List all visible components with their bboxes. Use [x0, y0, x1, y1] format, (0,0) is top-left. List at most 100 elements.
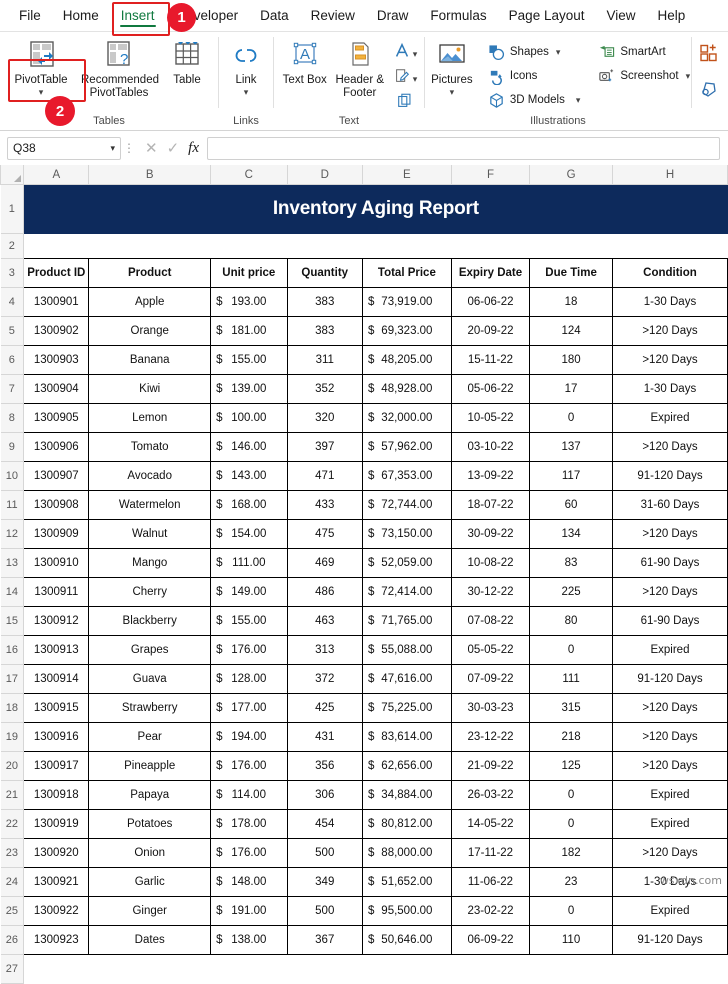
- row-header-3[interactable]: 3: [0, 258, 25, 288]
- row-header-21[interactable]: 21: [0, 780, 25, 810]
- cell-product_id[interactable]: 1300919: [23, 809, 90, 839]
- table-header-cell[interactable]: Due Time: [529, 258, 613, 288]
- row-header-27[interactable]: 27: [0, 954, 25, 984]
- cell-product_id[interactable]: 1300921: [23, 867, 90, 897]
- tab-home[interactable]: Home: [52, 0, 110, 31]
- cell-expiry_date[interactable]: 07-09-22: [450, 664, 531, 694]
- cell-condition[interactable]: 1-30 Days: [611, 374, 728, 404]
- cell-quantity[interactable]: 475: [286, 519, 363, 549]
- cell-quantity[interactable]: 500: [286, 838, 363, 868]
- header-footer-button[interactable]: Header & Footer: [329, 35, 391, 99]
- table-header-cell[interactable]: Unit price: [210, 258, 288, 288]
- cell-due_time[interactable]: 124: [529, 316, 613, 346]
- cell-total_price[interactable]: $71,765.00: [361, 606, 452, 636]
- cell-product[interactable]: Pineapple: [88, 751, 212, 781]
- cell-expiry_date[interactable]: 11-06-22: [450, 867, 531, 897]
- cell-product_id[interactable]: 1300905: [23, 403, 90, 433]
- cell-product_id[interactable]: 1300916: [23, 722, 90, 752]
- cell-total_price[interactable]: $62,656.00: [361, 751, 452, 781]
- cell-product_id[interactable]: 1300917: [23, 751, 90, 781]
- cell-product_id[interactable]: 1300920: [23, 838, 90, 868]
- cell-condition[interactable]: Expired: [611, 403, 728, 433]
- row-header-23[interactable]: 23: [0, 838, 25, 868]
- cell-unit_price[interactable]: $154.00: [210, 519, 288, 549]
- cell-expiry_date[interactable]: 06-09-22: [450, 925, 531, 955]
- row-header-18[interactable]: 18: [0, 693, 25, 723]
- cell-condition[interactable]: 91-120 Days: [611, 925, 728, 955]
- cell-unit_price[interactable]: $128.00: [210, 664, 288, 694]
- column-header-f[interactable]: F: [450, 165, 531, 185]
- screenshot-button[interactable]: Screenshot ▾: [594, 65, 694, 87]
- cell-unit_price[interactable]: $100.00: [210, 403, 288, 433]
- smartart-button[interactable]: SmartArt: [594, 41, 694, 63]
- row-header-2[interactable]: 2: [0, 233, 25, 259]
- cell-total_price[interactable]: $48,928.00: [361, 374, 452, 404]
- cell-unit_price[interactable]: $143.00: [210, 461, 288, 491]
- tab-insert[interactable]: Insert: [110, 0, 166, 31]
- column-header-b[interactable]: B: [88, 165, 212, 185]
- cell-product[interactable]: Potatoes: [88, 809, 212, 839]
- cell-condition[interactable]: Expired: [611, 896, 728, 926]
- row-header-9[interactable]: 9: [0, 432, 25, 462]
- link-button[interactable]: Link ▾: [219, 35, 273, 96]
- cell-expiry_date[interactable]: 17-11-22: [450, 838, 531, 868]
- table-button[interactable]: Table: [161, 35, 213, 87]
- cell-condition[interactable]: Expired: [611, 809, 728, 839]
- empty-cell[interactable]: [23, 954, 728, 984]
- table-header-cell[interactable]: Quantity: [286, 258, 363, 288]
- cell-condition[interactable]: >120 Days: [611, 722, 728, 752]
- cell-total_price[interactable]: $67,353.00: [361, 461, 452, 491]
- cell-quantity[interactable]: 431: [286, 722, 363, 752]
- wordart-chevron-down-icon[interactable]: ▾: [413, 49, 418, 58]
- cell-expiry_date[interactable]: 18-07-22: [450, 490, 531, 520]
- cell-quantity[interactable]: 306: [286, 780, 363, 810]
- 3d-models-button[interactable]: 3D Models ▾: [484, 89, 585, 111]
- cell-due_time[interactable]: 134: [529, 519, 613, 549]
- cell-total_price[interactable]: $73,919.00: [361, 287, 452, 317]
- cell-quantity[interactable]: 372: [286, 664, 363, 694]
- my-addins-icon[interactable]: [699, 80, 719, 105]
- row-header-20[interactable]: 20: [0, 751, 25, 781]
- cell-expiry_date[interactable]: 07-08-22: [450, 606, 531, 636]
- cell-total_price[interactable]: $50,646.00: [361, 925, 452, 955]
- cell-product[interactable]: Guava: [88, 664, 212, 694]
- cell-product_id[interactable]: 1300911: [23, 577, 90, 607]
- cell-condition[interactable]: >120 Days: [611, 751, 728, 781]
- row-header-14[interactable]: 14: [0, 577, 25, 607]
- cell-unit_price[interactable]: $181.00: [210, 316, 288, 346]
- select-all-corner[interactable]: [0, 165, 25, 185]
- recommended-pivottables-button[interactable]: ? Recommended PivotTables: [77, 35, 161, 99]
- cell-product[interactable]: Walnut: [88, 519, 212, 549]
- cell-total_price[interactable]: $80,812.00: [361, 809, 452, 839]
- cell-total_price[interactable]: $75,225.00: [361, 693, 452, 723]
- formula-bar-options-icon[interactable]: ⋮: [121, 141, 137, 155]
- cell-unit_price[interactable]: $148.00: [210, 867, 288, 897]
- cell-quantity[interactable]: 469: [286, 548, 363, 578]
- cell-product_id[interactable]: 1300902: [23, 316, 90, 346]
- cell-due_time[interactable]: 180: [529, 345, 613, 375]
- cell-due_time[interactable]: 17: [529, 374, 613, 404]
- cell-product[interactable]: Grapes: [88, 635, 212, 665]
- table-header-cell[interactable]: Total Price: [361, 258, 452, 288]
- row-header-5[interactable]: 5: [0, 316, 25, 346]
- table-header-cell[interactable]: Condition: [611, 258, 728, 288]
- tab-data[interactable]: Data: [249, 0, 300, 31]
- text-box-button[interactable]: A Text Box: [281, 35, 329, 87]
- cell-product[interactable]: Strawberry: [88, 693, 212, 723]
- cell-expiry_date[interactable]: 05-06-22: [450, 374, 531, 404]
- cell-product_id[interactable]: 1300909: [23, 519, 90, 549]
- cell-product_id[interactable]: 1300915: [23, 693, 90, 723]
- cell-total_price[interactable]: $83,614.00: [361, 722, 452, 752]
- pictures-button[interactable]: Pictures ▾: [422, 35, 482, 96]
- cell-quantity[interactable]: 471: [286, 461, 363, 491]
- signature-line-button[interactable]: ▾: [393, 66, 417, 90]
- cell-product_id[interactable]: 1300918: [23, 780, 90, 810]
- cell-expiry_date[interactable]: 10-08-22: [450, 548, 531, 578]
- table-header-cell[interactable]: Product ID: [23, 258, 90, 288]
- object-button[interactable]: [396, 91, 414, 115]
- row-header-17[interactable]: 17: [0, 664, 25, 694]
- cell-condition[interactable]: 61-90 Days: [611, 606, 728, 636]
- cell-product_id[interactable]: 1300907: [23, 461, 90, 491]
- cell-expiry_date[interactable]: 15-11-22: [450, 345, 531, 375]
- cell-quantity[interactable]: 500: [286, 896, 363, 926]
